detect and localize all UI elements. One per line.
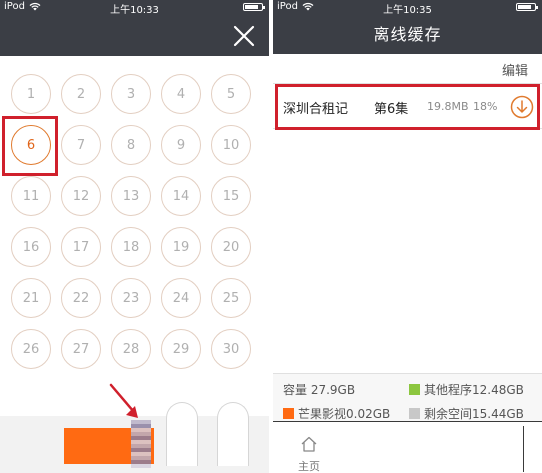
episode-button[interactable]: 29 — [161, 329, 201, 369]
episode-button[interactable]: 8 — [111, 125, 151, 165]
status-bar: iPod 上午10:35 — [273, 0, 542, 16]
item-episode: 第6集 — [374, 102, 409, 117]
episode-picker-screen: iPod 上午10:33 1 2 3 4 5 6 7 8 9 10 11 12 13 14 15 16 17 18… — [0, 0, 269, 473]
other-apps-swatch — [409, 384, 420, 395]
status-time: 上午10:35 — [383, 5, 432, 16]
item-title: 深圳合租记 — [283, 102, 349, 117]
storage-mango: 芒果影视0.02GB — [298, 407, 391, 421]
free-space-swatch — [409, 408, 420, 419]
episode-button[interactable]: 16 — [11, 227, 51, 267]
mango-swatch — [283, 408, 294, 419]
episode-button[interactable]: 4 — [161, 74, 201, 114]
picker-bottom-bar — [0, 402, 269, 473]
episode-button[interactable]: 19 — [161, 227, 201, 267]
storage-other: 其他程序12.48GB — [424, 383, 524, 397]
item-progress: 18% — [473, 100, 498, 113]
storage-free: 剩余空间15.44GB — [424, 407, 524, 421]
episode-grid: 1 2 3 4 5 6 7 8 9 10 11 12 13 14 15 16 17 18 19 20 21 22 23 24 2… — [0, 56, 269, 416]
episode-button[interactable]: 15 — [211, 176, 251, 216]
episode-button[interactable]: 18 — [111, 227, 151, 267]
episode-button[interactable]: 17 — [61, 227, 101, 267]
cache-item-row[interactable]: 深圳合租记 第6集 19.8MB 18% — [273, 83, 542, 129]
episode-button[interactable]: 3 — [111, 74, 151, 114]
episode-button[interactable]: 14 — [161, 176, 201, 216]
episode-button[interactable]: 7 — [61, 125, 101, 165]
tab-home[interactable]: 主页 — [289, 436, 329, 473]
download-icon[interactable] — [510, 95, 534, 119]
episode-button[interactable]: 22 — [61, 278, 101, 318]
tab-home-label: 主页 — [298, 460, 320, 473]
episode-button[interactable]: 25 — [211, 278, 251, 318]
episode-button[interactable]: 21 — [11, 278, 51, 318]
edit-button[interactable]: 编辑 — [502, 60, 528, 79]
episode-button[interactable]: 10 — [211, 125, 251, 165]
close-icon[interactable] — [231, 23, 257, 49]
episode-slot — [217, 402, 249, 466]
episode-slot — [166, 402, 198, 466]
episode-button[interactable]: 6 — [11, 125, 51, 165]
pointer-arrow-icon — [109, 383, 138, 418]
loading-indicator — [131, 420, 151, 468]
episode-button[interactable]: 23 — [111, 278, 151, 318]
episode-button[interactable]: 27 — [61, 329, 101, 369]
episode-button[interactable]: 12 — [61, 176, 101, 216]
storage-panel: 容量 27.9GB 其他程序12.48GB 芒果影视0.02GB 剩余空间15.… — [273, 373, 542, 422]
episode-button[interactable]: 26 — [11, 329, 51, 369]
page-title: 离线缓存 — [273, 15, 542, 54]
episode-button[interactable]: 11 — [11, 176, 51, 216]
episode-button[interactable]: 20 — [211, 227, 251, 267]
episode-button[interactable]: 1 — [11, 74, 51, 114]
episode-button[interactable]: 24 — [161, 278, 201, 318]
episode-button[interactable]: 28 — [111, 329, 151, 369]
tab-bar: 主页 — [273, 421, 542, 473]
episode-button[interactable]: 2 — [61, 74, 101, 114]
episode-button[interactable]: 9 — [161, 125, 201, 165]
picker-top-bar — [0, 15, 269, 56]
offline-cache-screen: iPod 上午10:35 离线缓存 编辑 深圳合租记 第6集 19.8MB 18… — [273, 0, 542, 473]
episode-button[interactable]: 30 — [211, 329, 251, 369]
status-time: 上午10:33 — [110, 5, 159, 16]
status-bar: iPod 上午10:33 — [0, 0, 269, 16]
battery-icon — [516, 3, 538, 11]
episode-button[interactable]: 13 — [111, 176, 151, 216]
item-size: 19.8MB — [427, 100, 469, 113]
battery-icon — [243, 3, 265, 11]
tab-divider — [523, 426, 524, 472]
home-icon — [301, 436, 317, 452]
storage-total: 容量 27.9GB — [283, 383, 356, 397]
episode-button[interactable]: 5 — [211, 74, 251, 114]
